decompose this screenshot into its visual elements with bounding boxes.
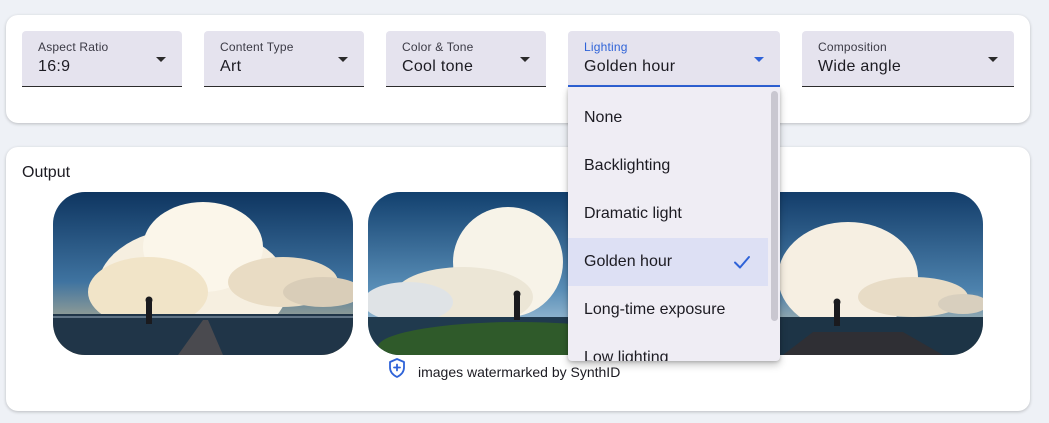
color-tone-value: Cool tone: [402, 58, 474, 75]
caret-down-icon: [338, 57, 348, 62]
output-image-1[interactable]: [53, 192, 353, 355]
caret-down-icon: [156, 57, 166, 62]
option-label: Dramatic light: [584, 205, 682, 222]
composition-value: Wide angle: [818, 58, 902, 75]
composition-select[interactable]: Composition Wide angle: [802, 31, 1014, 87]
aspect-ratio-select[interactable]: Aspect Ratio 16:9: [22, 31, 182, 87]
lighting-option-golden-hour[interactable]: Golden hour: [568, 238, 768, 286]
option-label: Low lighting: [584, 349, 669, 361]
lighting-select[interactable]: Lighting Golden hour: [568, 31, 780, 87]
lighting-option-none[interactable]: None: [568, 94, 768, 142]
output-panel: Output images watermarked by SynthID: [6, 147, 1030, 411]
lighting-label: Lighting: [584, 40, 628, 54]
composition-label: Composition: [818, 40, 887, 54]
content-type-value: Art: [220, 58, 242, 75]
checkmark-icon: [734, 256, 750, 269]
color-tone-label: Color & Tone: [402, 40, 474, 54]
content-type-select[interactable]: Content Type Art: [204, 31, 364, 87]
aspect-ratio-value: 16:9: [38, 58, 71, 75]
option-label: Golden hour: [584, 253, 673, 270]
shield-plus-icon: [389, 358, 405, 378]
caret-down-icon: [520, 57, 530, 62]
caret-down-icon: [988, 57, 998, 62]
lighting-option-backlighting[interactable]: Backlighting: [568, 142, 768, 190]
landscape-image: [53, 192, 353, 355]
option-label: Backlighting: [584, 157, 671, 174]
dropdown-scrollbar[interactable]: [771, 91, 778, 321]
lighting-dropdown-menu: None Backlighting Dramatic light Golden …: [568, 87, 780, 361]
content-type-label: Content Type: [220, 40, 294, 54]
caret-down-icon: [754, 57, 764, 62]
watermark-notice: images watermarked by SynthID: [388, 358, 621, 383]
option-label: Long-time exposure: [584, 301, 726, 318]
aspect-ratio-label: Aspect Ratio: [38, 40, 109, 54]
option-label: None: [584, 109, 623, 126]
output-title: Output: [22, 164, 71, 181]
lighting-option-long-time-exposure[interactable]: Long-time exposure: [568, 286, 768, 334]
color-tone-select[interactable]: Color & Tone Cool tone: [386, 31, 546, 87]
lighting-option-dramatic-light[interactable]: Dramatic light: [568, 190, 768, 238]
lighting-value: Golden hour: [584, 58, 676, 75]
watermark-text: images watermarked by SynthID: [418, 364, 621, 380]
settings-panel: Aspect Ratio 16:9 Content Type Art Color…: [6, 15, 1030, 123]
lighting-option-low-lighting[interactable]: Low lighting: [568, 334, 768, 361]
